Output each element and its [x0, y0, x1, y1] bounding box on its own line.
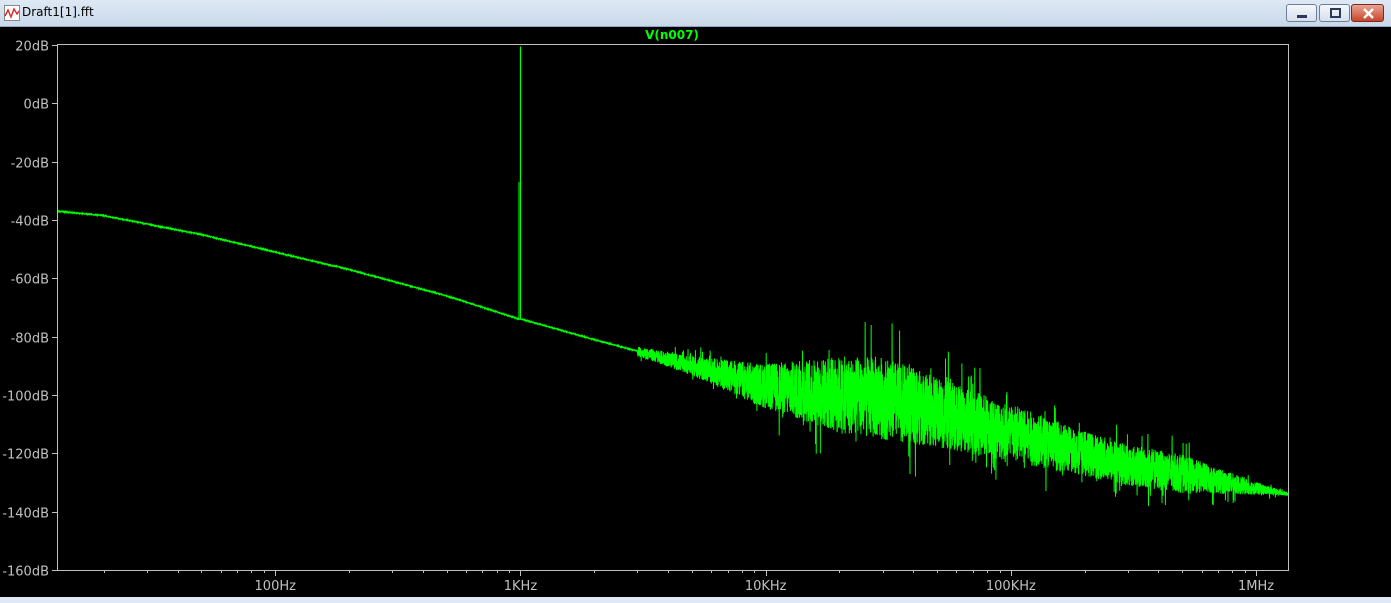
restore-button[interactable] [1319, 4, 1350, 22]
y-tick-label: -160dB [2, 565, 49, 580]
side-strip [1380, 27, 1391, 603]
title-bar[interactable]: Draft1[1].fft [0, 0, 1391, 27]
y-tick-label: 20dB [15, 40, 49, 55]
plot-pane[interactable]: V(n007) 20dB 0dB -20dB -40dB -60dB -80dB -100d… [0, 27, 1391, 603]
x-tick-label: 100Hz [255, 579, 297, 594]
trace-title[interactable]: V(n007) [645, 28, 699, 42]
minimize-icon [1297, 15, 1307, 18]
y-tick-label: -80dB [11, 332, 49, 347]
plot-frame [57, 44, 1289, 571]
y-tick-label: -100dB [2, 390, 49, 405]
y-tick-label: -120dB [2, 448, 49, 463]
x-tick-label: 10KHz [745, 579, 787, 594]
y-tick-label: -40dB [11, 215, 49, 230]
y-tick-label: -140dB [2, 507, 49, 522]
spectrum-trace[interactable] [57, 209, 1289, 506]
y-axis: 20dB 0dB -20dB -40dB -60dB -80dB -100dB -120dB -… [2, 40, 58, 580]
y-tick-label: -20dB [11, 157, 49, 172]
bottom-border [0, 597, 1391, 603]
x-tick-label: 100KHz [986, 579, 1036, 594]
fft-window: Draft1[1].fft V(n007) 20dB 0dB -20dB -40dB -… [0, 0, 1391, 603]
waveform-icon [4, 5, 20, 21]
x-axis: 100Hz 1KHz 10KHz 100KHz 1MHz [104, 570, 1274, 594]
y-tick-label: -60dB [11, 273, 49, 288]
trace-group [57, 46, 1289, 506]
x-tick-label: 1MHz [1238, 579, 1274, 594]
fft-chart[interactable]: V(n007) 20dB 0dB -20dB -40dB -60dB -80dB -100d… [0, 27, 1380, 603]
x-tick-label: 1KHz [504, 579, 538, 594]
close-icon [1363, 8, 1374, 19]
restore-icon [1330, 8, 1341, 18]
close-button[interactable] [1351, 4, 1384, 22]
window-title: Draft1[1].fft [22, 5, 94, 19]
minimize-button[interactable] [1286, 4, 1317, 22]
y-tick-label: 0dB [24, 98, 49, 113]
